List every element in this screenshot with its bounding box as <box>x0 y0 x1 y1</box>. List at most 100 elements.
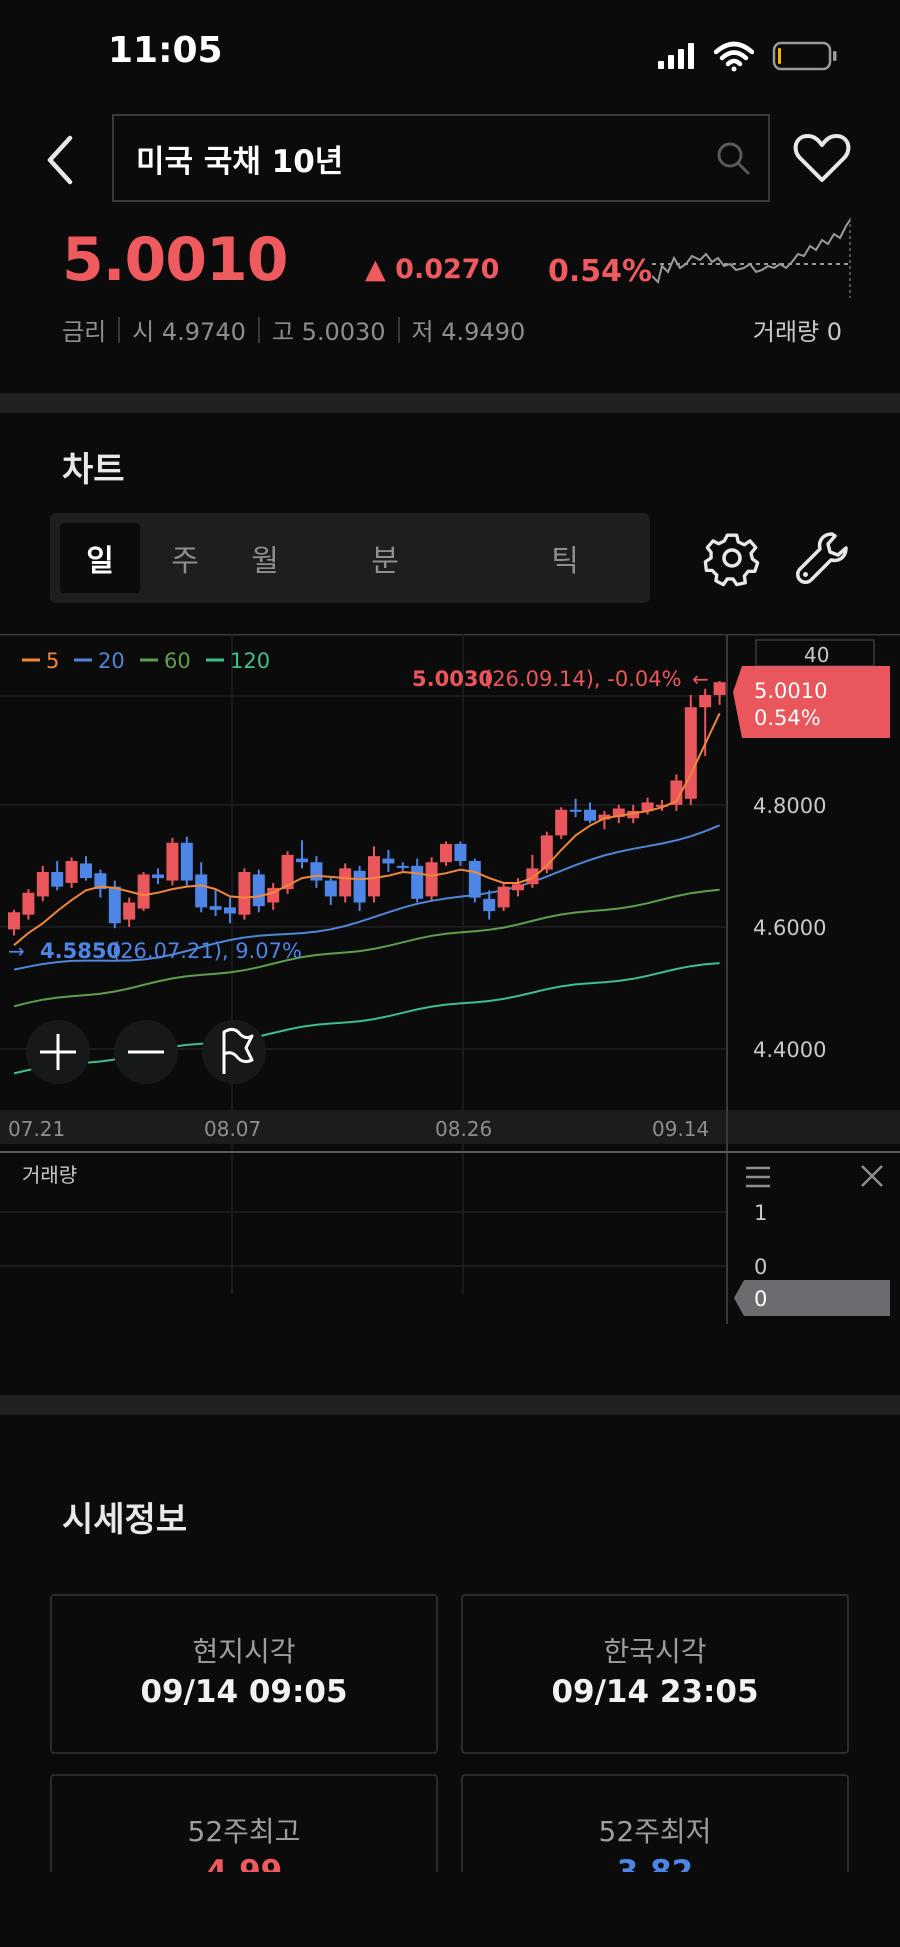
x-tick-label: 09.14 <box>652 1117 709 1141</box>
flag-icon[interactable] <box>202 1020 266 1084</box>
volume-panel-title: 거래량 <box>22 1163 77 1187</box>
candle-up <box>137 872 150 912</box>
zoom-in-icon[interactable] <box>26 1020 90 1084</box>
candle-body <box>425 862 438 897</box>
search-input-value: 미국 국채 10년 <box>136 143 344 180</box>
candle-body <box>684 707 697 799</box>
current-price-tag-value: 5.0010 <box>754 679 827 703</box>
candle-body <box>180 842 193 881</box>
ma-legend-label: 120 <box>230 649 270 673</box>
current-price-tag-pct: 0.54% <box>754 706 821 730</box>
candle-body <box>152 874 164 879</box>
candle-body <box>512 884 524 891</box>
gear-icon[interactable] <box>702 528 762 588</box>
low-annotation-arrow: → <box>8 939 25 963</box>
status-time: 11:05 <box>108 30 223 71</box>
search-input[interactable]: 미국 국채 10년 <box>112 114 770 202</box>
candle-up <box>555 807 568 840</box>
x-tick-label: 08.07 <box>204 1117 261 1141</box>
info-card-value: 09/14 23:05 <box>551 1674 759 1710</box>
candle-body <box>440 843 452 863</box>
tab-tick[interactable]: 틱 <box>530 523 600 593</box>
ma-legend-label: 5 <box>46 649 59 673</box>
section-divider <box>0 393 900 413</box>
info-card-local-time: 현지시각 09/14 09:05 <box>50 1594 438 1754</box>
candle-body <box>468 861 481 898</box>
search-icon[interactable] <box>698 139 768 177</box>
low-annotation-value: 4.5850 <box>40 939 121 963</box>
candle-body <box>555 809 568 836</box>
x-tick-label: 08.26 <box>435 1117 492 1141</box>
candle-down <box>180 836 193 887</box>
candle-body <box>166 842 179 881</box>
y-tick-label: 4.6000 <box>753 916 826 940</box>
high-annotation-arrow: ← <box>692 667 709 691</box>
price-chart[interactable]: 5 20 60 120 5.0030(26.09.14), -0.04% ← → 4.5850… <box>0 634 900 1324</box>
cellular-signal-icon <box>658 43 694 69</box>
candle-body <box>569 809 582 812</box>
x-tick-label: 07.21 <box>8 1117 65 1141</box>
y-tick-label: 4.4000 <box>753 1038 826 1062</box>
volume-y-tick: 0 <box>754 1255 767 1279</box>
info-card-label: 52주최저 <box>598 1815 712 1848</box>
candle-up <box>166 837 179 886</box>
info-card-label: 한국시각 <box>603 1635 707 1668</box>
candle-body <box>80 863 92 879</box>
candle-body <box>108 886 121 924</box>
chart-section-title: 차트 <box>62 450 125 490</box>
heart-icon[interactable] <box>792 128 852 188</box>
quote-detail-row: 금리 시 4.9740 고 5.0030 저 4.9490 <box>62 312 525 347</box>
candle-body <box>396 865 409 868</box>
volume-summary: 거래량 0 <box>752 318 842 346</box>
candle-down <box>252 869 265 913</box>
candle-body <box>238 872 251 915</box>
current-price: 5.0010 <box>62 225 289 295</box>
bottom-cutoff <box>0 1872 900 1947</box>
candle-up <box>497 882 510 912</box>
open-price: 시 4.9740 <box>132 318 246 346</box>
candle-body <box>411 865 424 899</box>
tab-week[interactable]: 주 <box>150 523 220 593</box>
candle-body <box>353 870 366 903</box>
candle-body <box>36 872 49 897</box>
candle-body <box>368 856 380 897</box>
low-price: 저 4.9490 <box>411 318 526 346</box>
back-chevron-icon[interactable] <box>40 130 80 190</box>
candle-body <box>324 880 337 897</box>
candle-body <box>252 874 265 907</box>
tab-month[interactable]: 월 <box>230 523 300 593</box>
info-card-label: 52주최고 <box>187 1815 301 1848</box>
info-card-label: 현지시각 <box>192 1635 296 1668</box>
candle-body <box>195 874 208 908</box>
candle-body <box>65 861 78 883</box>
candle-body <box>497 886 510 908</box>
info-card-korea-time: 한국시각 09/14 23:05 <box>461 1594 849 1754</box>
y-tick-label: 4.8000 <box>753 794 826 818</box>
ma-legend-label: 20 <box>98 649 125 673</box>
wifi-icon <box>714 41 754 72</box>
high-price: 고 5.0030 <box>271 318 386 346</box>
intraday-sparkline <box>652 218 852 298</box>
price-change-percent: 0.54% <box>548 254 653 289</box>
candle-body <box>8 912 20 930</box>
section-divider <box>0 1395 900 1415</box>
low-annotation-text: (26.07.21), 9.07% <box>112 939 302 963</box>
candle-body <box>454 843 467 862</box>
volume-y-tick: 1 <box>754 1201 767 1225</box>
high-annotation-value: 5.0030 <box>412 667 493 691</box>
candle-up <box>425 857 438 901</box>
period-tab-bar: 일 주 월 분 틱 <box>50 513 650 603</box>
info-card-value: 09/14 09:05 <box>140 1674 348 1710</box>
tab-minute[interactable]: 분 <box>350 523 420 593</box>
candle-body <box>584 809 596 821</box>
tab-day[interactable]: 일 <box>60 523 140 593</box>
candle-body <box>137 874 150 909</box>
candle-body <box>51 872 64 887</box>
wrench-icon[interactable] <box>792 528 852 588</box>
high-annotation-text: (26.09.14), -0.04% <box>484 667 682 691</box>
x-axis-strip <box>0 1110 726 1144</box>
zoom-out-icon[interactable] <box>114 1020 178 1084</box>
candle-body <box>310 862 323 881</box>
candle-body <box>382 858 395 864</box>
candle-up <box>440 841 452 866</box>
